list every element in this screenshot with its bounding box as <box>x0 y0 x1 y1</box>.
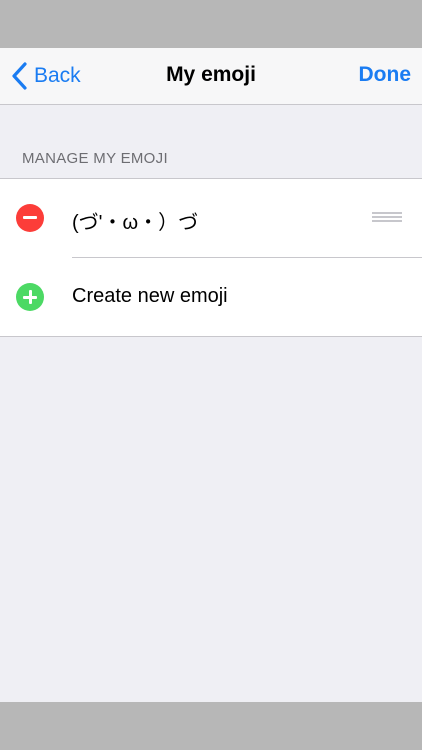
plus-circle-icon[interactable] <box>16 283 44 311</box>
reorder-handle-icon[interactable] <box>372 212 402 224</box>
emoji-label: (づ'・ω・）づ <box>72 212 199 234</box>
emoji-list: (づ'・ω・）づ Create new emoji <box>0 178 422 337</box>
minus-circle-icon[interactable] <box>16 204 44 232</box>
list-item-emoji: (づ'・ω・）づ <box>0 179 422 258</box>
bottom-margin <box>0 702 422 750</box>
done-button[interactable]: Done <box>359 63 412 87</box>
top-margin <box>0 0 422 48</box>
create-emoji-label: Create new emoji <box>72 285 228 307</box>
list-item-create[interactable]: Create new emoji <box>0 258 422 336</box>
my-emoji-screen: Back My emoji Done MANAGE MY EMOJI (づ'・ω… <box>0 48 422 702</box>
navigation-bar: Back My emoji Done <box>0 48 422 105</box>
section-header: MANAGE MY EMOJI <box>22 150 168 167</box>
